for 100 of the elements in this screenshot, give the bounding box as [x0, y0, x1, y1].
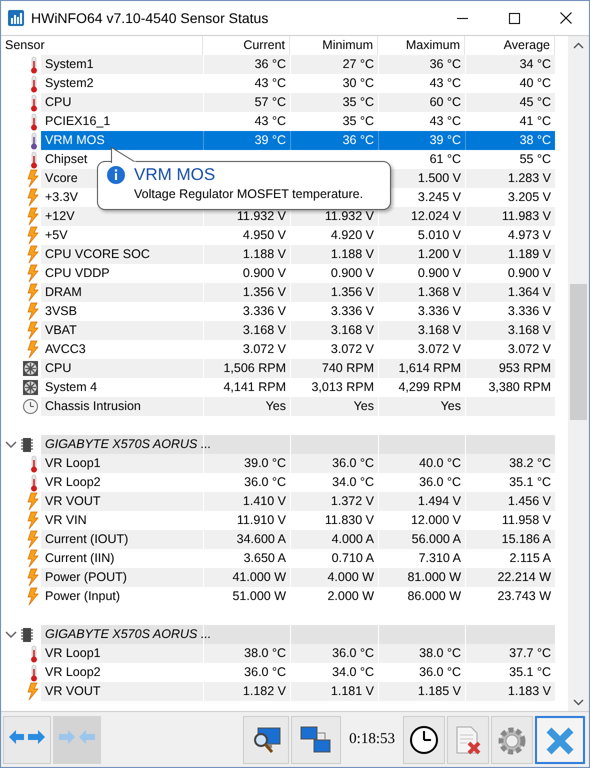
group-header[interactable]: GIGABYTE X570S AORUS ...	[41, 625, 555, 644]
table-cell: 35 °C	[290, 93, 378, 112]
table-cell: 1.188 V	[290, 245, 378, 264]
table-cell: 1.368 V	[378, 283, 465, 302]
table-cell: Yes	[290, 397, 378, 416]
table-cell: Yes	[378, 397, 465, 416]
table-cell: 57 °C	[203, 93, 290, 112]
table-cell: 34 °C	[465, 55, 555, 74]
table-row[interactable]: VR VOUT 1.182 V 1.181 V 1.185 V 1.183 V	[41, 682, 555, 701]
table-cell: 36 °C	[203, 55, 290, 74]
table-cell: 740 RPM	[290, 359, 378, 378]
sensor-name: 3VSB	[45, 303, 77, 320]
table-cell: 38.2 °C	[465, 454, 555, 473]
table-row[interactable]: System1 36 °C 27 °C 36 °C 34 °C	[41, 55, 555, 74]
thermometer-icon	[29, 454, 39, 472]
settings-button[interactable]	[491, 716, 533, 764]
lightning-icon	[25, 587, 39, 606]
lightning-icon	[25, 245, 39, 264]
thermometer-icon	[29, 74, 39, 92]
table-row[interactable]: +12V 11.932 V 11.932 V 12.024 V 11.983 V	[41, 207, 555, 226]
table-cell: Yes	[203, 397, 290, 416]
table-cell: 4.000 A	[290, 530, 378, 549]
lightning-icon	[25, 169, 39, 188]
sensor-name: Chipset	[45, 151, 88, 168]
table-row[interactable]: Chassis Intrusion Yes Yes Yes	[41, 397, 555, 416]
sensor-name: VR VOUT	[45, 683, 101, 700]
expand-all-button[interactable]	[3, 716, 51, 764]
table-cell: 81.000 W	[378, 568, 465, 587]
lightning-icon	[25, 511, 39, 530]
table-row[interactable]: DRAM 1.356 V 1.356 V 1.368 V 1.364 V	[41, 283, 555, 302]
sensor-name: AVCC3	[45, 341, 86, 358]
table-cell: 15.186 A	[465, 530, 555, 549]
table-cell: 1.494 V	[378, 492, 465, 511]
table-cell: 39.0 °C	[203, 454, 290, 473]
table-cell: 36.0 °C	[290, 454, 378, 473]
sensor-name: DRAM	[45, 284, 82, 302]
table-cell: 3.168 V	[203, 321, 290, 340]
info-icon	[106, 165, 126, 185]
sensor-name: System 4	[45, 379, 98, 396]
network-button[interactable]	[291, 716, 342, 764]
sensor-name: System1	[45, 56, 94, 74]
table-cell: 38.0 °C	[378, 644, 465, 663]
lightning-icon	[25, 492, 39, 511]
close-button[interactable]	[535, 716, 585, 764]
table-row[interactable]: Power (Input) 51.000 W 2.000 W 86.000 W 23.743 W	[41, 587, 555, 606]
table-row[interactable]: VR Loop1 38.0 °C 36.0 °C 38.0 °C 37.7 °C	[41, 644, 555, 663]
sensor-name: Chassis Intrusion	[45, 398, 141, 416]
sensor-name: Current (IIN)	[45, 550, 114, 568]
table-cell: 45 °C	[465, 93, 555, 112]
table-cell: 60 °C	[378, 93, 465, 112]
table-row[interactable]: CPU VCORE SOC 1.188 V 1.188 V 1.200 V 1.189 V	[41, 245, 555, 264]
table-row[interactable]: CPU 57 °C 35 °C 60 °C 45 °C	[41, 93, 555, 112]
thermometer-icon	[29, 664, 39, 682]
lightning-icon	[25, 530, 39, 549]
chevron-icon[interactable]	[5, 440, 17, 450]
table-row[interactable]: VR VOUT 1.410 V 1.372 V 1.494 V 1.456 V	[41, 492, 555, 511]
sensor-name: Current (IOUT)	[45, 531, 128, 548]
close-icon	[544, 724, 576, 754]
elapsed-time: 0:18:53	[348, 730, 396, 750]
clock-button[interactable]	[403, 716, 445, 764]
clock-icon	[409, 724, 439, 754]
table-cell: 39 °C	[203, 131, 290, 150]
table-row[interactable]: Power (POUT) 41.000 W 4.000 W 81.000 W 22.214 W	[41, 568, 555, 587]
sensor-name: +12V	[45, 208, 75, 226]
sensor-name: +3.3V	[45, 189, 78, 206]
scroll-thumb[interactable]	[570, 284, 587, 420]
app-icon	[7, 9, 25, 27]
sensor-name: VR VOUT	[45, 493, 101, 510]
table-row[interactable]: VBAT 3.168 V 3.168 V 3.168 V 3.168 V	[41, 321, 555, 340]
table-row[interactable]: VR Loop1 39.0 °C 36.0 °C 40.0 °C 38.2 °C	[41, 454, 555, 473]
table-cell: 41.000 W	[203, 568, 290, 587]
table-cell: 953 RPM	[465, 359, 555, 378]
lightning-icon	[25, 283, 39, 302]
group-header[interactable]: GIGABYTE X570S AORUS ...	[41, 435, 555, 454]
table-row[interactable]: VRM MOS 39 °C 36 °C 39 °C 38 °C	[41, 131, 555, 150]
sensor-name: CPU VDDP	[45, 265, 110, 282]
gauge-icon	[22, 398, 39, 415]
lightning-icon	[25, 549, 39, 568]
sensor-name: VR Loop1	[45, 455, 101, 472]
monitor-button[interactable]	[243, 716, 290, 764]
chevron-icon[interactable]	[5, 630, 17, 640]
table-cell: 51.000 W	[203, 587, 290, 606]
table-cell: 36 °C	[378, 55, 465, 74]
close-icon	[560, 12, 572, 24]
table-cell: 1.410 V	[203, 492, 290, 511]
lightning-icon	[25, 340, 39, 359]
table-cell: 1.283 V	[465, 169, 555, 188]
table-row[interactable]: Current (IOUT) 34.600 A 4.000 A 56.000 A 15.186 A	[41, 530, 555, 549]
table-cell: 3.168 V	[290, 321, 378, 340]
fan-icon	[22, 360, 39, 377]
table-cell: 37.7 °C	[465, 644, 555, 663]
table-cell: 1.200 V	[378, 245, 465, 264]
table-cell: 23.743 W	[465, 587, 555, 606]
table-cell: 1.364 V	[465, 283, 555, 302]
clear-report-button[interactable]	[447, 716, 489, 764]
table-cell: 40.0 °C	[378, 454, 465, 473]
chip-icon	[21, 436, 33, 452]
lightning-icon	[25, 321, 39, 340]
sensor-name: System2	[45, 75, 94, 92]
table-row[interactable]: CPU 1,506 RPM 740 RPM 1,614 RPM 953 RPM	[41, 359, 555, 378]
